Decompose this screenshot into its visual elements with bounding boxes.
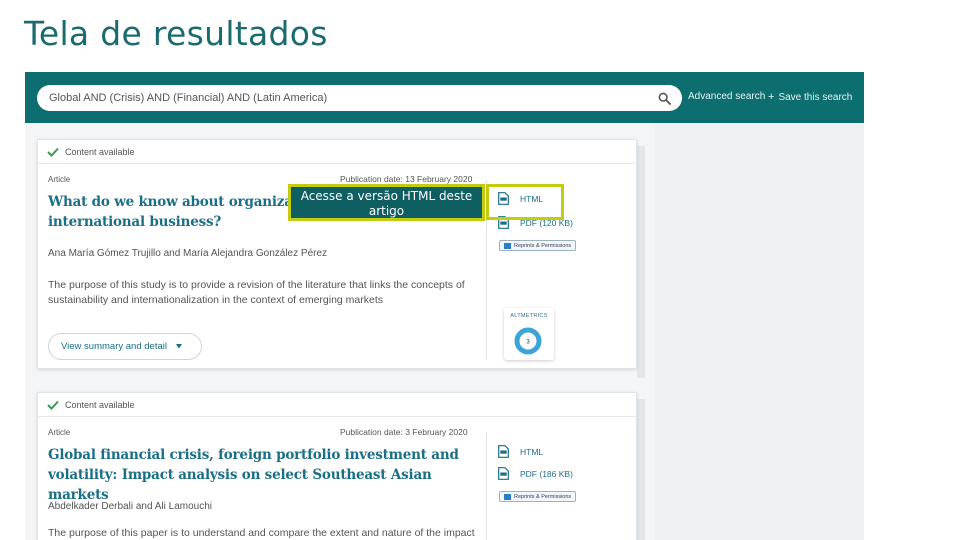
view-summary-label: View summary and detail: [61, 341, 167, 352]
altmetric-badge[interactable]: ALTMETRICS 3: [504, 308, 554, 360]
reprints-label: Reprints & Permissions: [514, 493, 572, 500]
article-type: Article: [48, 175, 71, 184]
reprints-button[interactable]: Reprints & Permissions: [499, 491, 577, 502]
reprints-icon: [504, 493, 511, 500]
article-type: Article: [48, 428, 71, 437]
card-edge: [637, 399, 645, 540]
content-available-row: Content available: [38, 140, 636, 164]
search-icon[interactable]: [656, 90, 672, 106]
altmetric-donut-icon: 3: [514, 327, 542, 355]
content-available-label: Content available: [65, 399, 135, 410]
check-icon: [47, 400, 59, 410]
search-input[interactable]: Global AND (Crisis) AND (Financial) AND …: [49, 92, 656, 104]
authors: Abdelkader Derbali and Ali Lamouchi: [48, 501, 212, 512]
article-title[interactable]: Global financial crisis, foreign portfol…: [48, 445, 493, 505]
content-available-label: Content available: [65, 146, 135, 157]
html-file-icon: [498, 445, 509, 458]
screenshot-frame: Global AND (Crisis) AND (Financial) AND …: [25, 72, 864, 540]
right-panel: [655, 123, 864, 540]
save-search-link[interactable]: + Save this search: [768, 91, 852, 103]
column-divider: [486, 433, 487, 540]
altmetric-label: ALTMETRICS: [510, 313, 548, 319]
search-header: Global AND (Crisis) AND (Financial) AND …: [25, 72, 864, 123]
reprints-icon: [504, 242, 511, 249]
publication-date: Publication date: 3 February 2020: [340, 427, 468, 437]
callout-tooltip: Acesse a versão HTML deste artigo: [288, 184, 485, 221]
slide-title: Tela de resultados: [24, 14, 328, 53]
abstract: The purpose of this study is to provide …: [48, 279, 465, 306]
card-edge: [637, 146, 645, 378]
search-box[interactable]: Global AND (Crisis) AND (Financial) AND …: [37, 85, 682, 111]
content-available-row: Content available: [38, 393, 636, 417]
publication-date: Publication date: 13 February 2020: [340, 174, 473, 184]
html-link-label: HTML: [520, 446, 544, 457]
plus-icon: +: [768, 91, 775, 103]
pdf-link[interactable]: PDF (186 KB): [498, 467, 573, 480]
reprints-label: Reprints & Permissions: [514, 242, 572, 249]
reprints-button[interactable]: Reprints & Permissions: [499, 240, 577, 251]
save-search-label: Save this search: [778, 92, 853, 103]
html-link-highlight: [486, 184, 564, 220]
check-icon: [47, 147, 59, 157]
advanced-search-link[interactable]: Advanced search: [688, 91, 765, 102]
chevron-down-icon: [175, 344, 182, 349]
authors: Ana María Gómez Trujillo and María Aleja…: [48, 248, 328, 259]
abstract: The purpose of this paper is to understa…: [48, 527, 475, 539]
view-summary-button[interactable]: View summary and detail: [48, 333, 202, 360]
html-link[interactable]: HTML: [498, 445, 543, 458]
result-card: Content available Article Publication da…: [37, 139, 637, 369]
pdf-file-icon: [498, 467, 509, 480]
pdf-link-label: PDF (186 KB): [520, 468, 573, 479]
result-card: Content available Article Publication da…: [37, 392, 637, 540]
